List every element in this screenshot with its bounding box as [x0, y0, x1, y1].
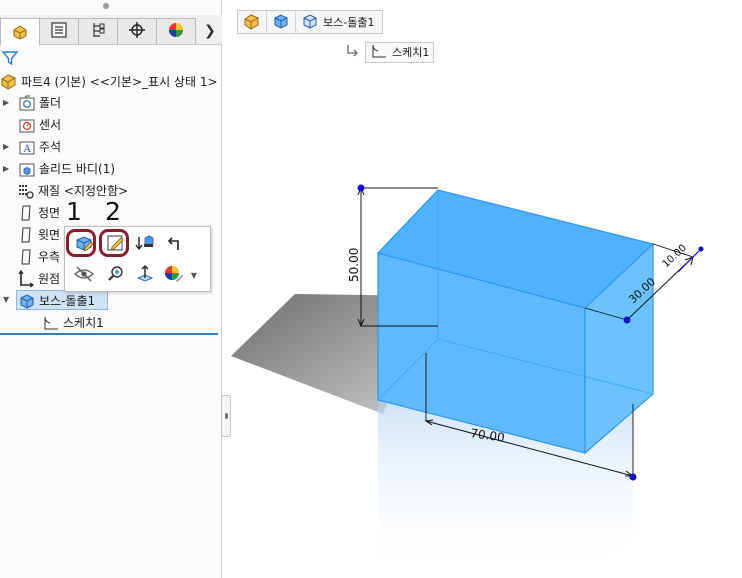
parent-child-icon [164, 233, 184, 256]
property-manager-icon [50, 21, 68, 42]
solid-body-folder-icon [18, 160, 36, 178]
tree-item-front-plane[interactable]: 정면 [0, 202, 60, 223]
sketch-icon [370, 42, 388, 63]
tree-item-label: 폴더 [39, 96, 62, 110]
dimxpert-icon [128, 21, 146, 42]
appearance-icon [163, 264, 185, 287]
parent-child-button[interactable] [161, 232, 187, 256]
expand-arrow-icon[interactable]: ▶ [3, 142, 11, 151]
tree-item-solid-bodies[interactable]: ▶ 솔리드 바디(1) [0, 158, 115, 179]
svg-text:A: A [23, 144, 32, 155]
tree-item-annotations[interactable]: ▶ A 주석 [0, 136, 61, 157]
normal-to-icon [135, 264, 155, 287]
solid-body-icon [272, 12, 290, 33]
breadcrumb: 보스-돌출1 [237, 10, 384, 34]
child-arrow-icon [345, 44, 359, 61]
collapse-arrow-icon[interactable]: ▼ [3, 296, 11, 304]
plane-icon [17, 248, 35, 266]
configuration-manager-tab[interactable] [78, 18, 118, 44]
tree-item-label: 주석 [39, 140, 62, 154]
feature-manager-icon [11, 22, 29, 43]
normal-to-button[interactable] [132, 263, 158, 287]
tree-item-label: 윗면 [38, 228, 61, 242]
expand-arrow-icon[interactable]: ▶ [3, 98, 11, 107]
breadcrumb-sketch[interactable]: 스케치1 [365, 41, 435, 63]
history-folder-icon [18, 94, 36, 112]
sub-breadcrumb: 스케치1 [345, 41, 435, 63]
plane-icon [17, 226, 35, 244]
breadcrumb-sketch-label: 스케치1 [392, 46, 430, 59]
tree-item-label: 스케치1 [63, 316, 104, 330]
expand-arrow-icon[interactable]: ▶ [3, 164, 11, 173]
tree-item-label: 솔리드 바디(1) [39, 162, 116, 176]
appearance-button[interactable] [161, 263, 187, 287]
panel-grip[interactable] [103, 3, 109, 9]
configuration-manager-icon [89, 21, 107, 42]
edit-feature-icon [74, 233, 94, 256]
edit-sketch-button[interactable] [103, 232, 129, 256]
tree-item-origin[interactable]: 원점 [0, 268, 60, 289]
material-icon [17, 182, 35, 200]
manager-tab-bar: ❯ [0, 15, 222, 45]
annotation-folder-icon: A [18, 138, 36, 156]
dimension-height-label: 50.00 [347, 248, 361, 282]
sketch-icon [42, 314, 60, 332]
breadcrumb-feature-label: 보스-돌출1 [323, 16, 375, 29]
filter-icon[interactable] [1, 49, 19, 70]
zoom-to-selection-icon [106, 264, 126, 287]
rollback-button[interactable] [132, 232, 158, 256]
tree-item-sensors[interactable]: 센서 [0, 114, 61, 135]
rollback-icon [134, 233, 156, 256]
tree-root-label: 파트4 (기본) <<기본>_표시 상태 1> [21, 74, 218, 89]
breadcrumb-body[interactable] [267, 11, 296, 33]
appearance-dropdown-button[interactable]: ▼ [187, 263, 201, 287]
tree-item-sketch[interactable]: 스케치1 [0, 312, 104, 333]
origin-icon [17, 269, 35, 288]
property-manager-tab[interactable] [39, 18, 79, 44]
hide-button[interactable] [71, 263, 97, 287]
context-toolbar: ▼ [64, 226, 211, 292]
boss-extrude-icon [18, 292, 36, 310]
callout-number-2: 2 [105, 197, 121, 226]
dimxpert-manager-tab[interactable] [117, 18, 157, 44]
dropdown-arrow-icon: ▼ [190, 270, 198, 280]
zoom-to-selection-button[interactable] [103, 263, 129, 287]
plane-icon [17, 204, 35, 222]
edit-sketch-icon [106, 233, 126, 256]
breadcrumb-part[interactable] [238, 11, 267, 33]
graphics-viewport[interactable]: 50.00 70.00 30.00 10.00 [223, 64, 742, 578]
edit-feature-button[interactable] [71, 232, 97, 256]
tree-item-right-plane[interactable]: 우측 [0, 246, 60, 267]
feature-manager-tab[interactable] [0, 18, 40, 45]
part-icon [243, 12, 261, 33]
display-manager-icon [167, 21, 185, 42]
callout-number-1: 1 [66, 197, 82, 226]
part-icon [0, 72, 18, 90]
tree-item-label: 정면 [38, 206, 61, 220]
tree-item-label: 원점 [38, 272, 61, 286]
rollback-bar[interactable] [0, 333, 218, 335]
tree-item-boss-extrude[interactable]: ▼ 보스-돌출1 [0, 290, 95, 311]
tree-item-top-plane[interactable]: 윗면 [0, 224, 60, 245]
tree-item-label: 센서 [39, 118, 62, 132]
breadcrumb-feature[interactable]: 보스-돌출1 [296, 11, 382, 33]
display-manager-tab[interactable] [156, 18, 196, 44]
tree-item-label: 보스-돌출1 [39, 294, 96, 308]
hide-icon [73, 264, 95, 287]
sensor-folder-icon [18, 116, 36, 134]
tab-scroll-right-icon[interactable]: ❯ [203, 21, 217, 41]
tree-item-label: 우측 [38, 250, 61, 264]
tree-item-history[interactable]: ▶ 폴더 [0, 92, 61, 113]
tree-root-part[interactable]: 파트4 (기본) <<기본>_표시 상태 1> [0, 71, 218, 91]
boss-extrude-icon [301, 12, 319, 33]
